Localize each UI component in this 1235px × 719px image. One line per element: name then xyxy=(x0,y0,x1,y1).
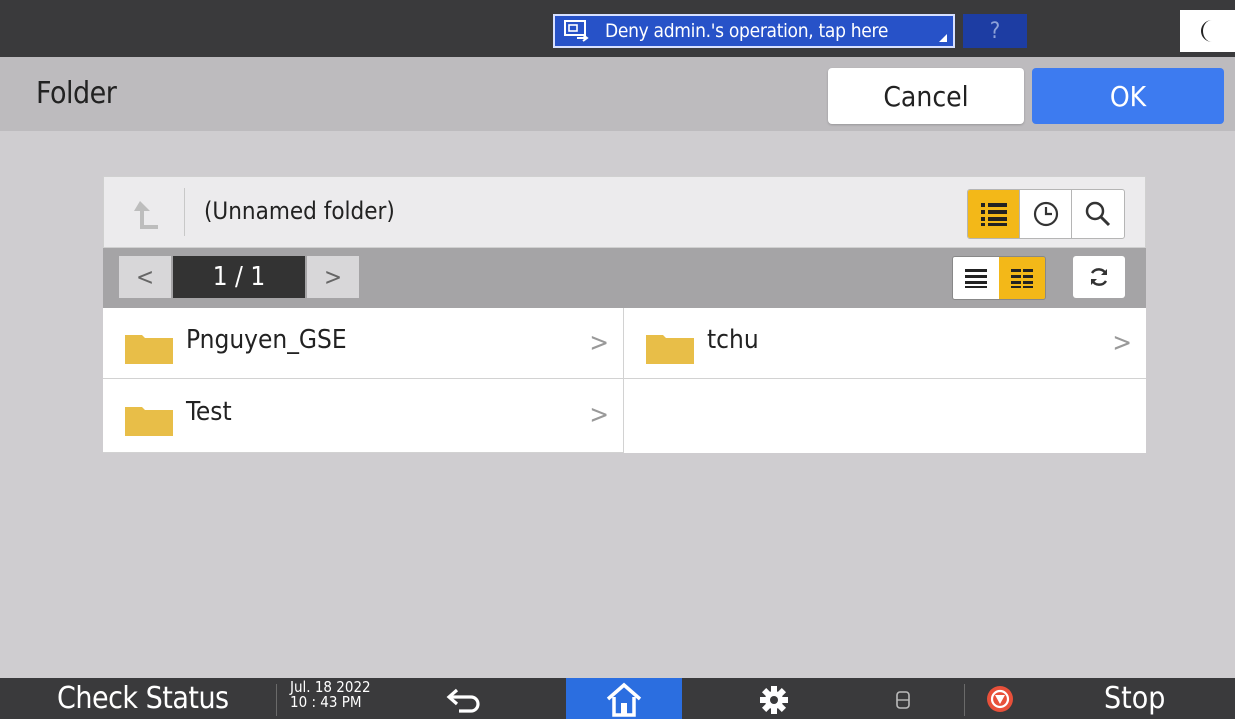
folder-item[interactable]: tchu > xyxy=(624,308,1146,379)
path-bar: (Unnamed folder) xyxy=(103,176,1146,248)
folder-name: tchu xyxy=(707,325,759,355)
stop-button[interactable]: Stop xyxy=(1104,681,1165,716)
remote-operation-banner[interactable]: Deny admin.'s operation, tap here xyxy=(553,14,955,48)
expand-corner-icon xyxy=(939,34,947,42)
folder-list: Pnguyen_GSE > tchu > Test > xyxy=(103,308,1146,453)
next-page-button[interactable]: > xyxy=(307,256,359,298)
up-folder-button[interactable] xyxy=(126,195,166,235)
single-column-view-button[interactable] xyxy=(953,257,999,299)
settings-button[interactable] xyxy=(752,684,796,716)
list-view-icon xyxy=(965,269,987,288)
clock-icon xyxy=(1033,201,1058,227)
search-mode-button[interactable] xyxy=(1072,190,1124,238)
help-button[interactable]: ? xyxy=(963,14,1027,48)
search-icon xyxy=(1085,201,1111,227)
back-arrow-icon xyxy=(446,688,480,713)
pagination-bar: < 1 / 1 > xyxy=(103,248,1146,308)
data-storage-icon xyxy=(890,687,916,713)
folder-item[interactable]: Test > xyxy=(103,380,623,453)
check-status-button[interactable]: Check Status xyxy=(57,681,229,716)
list-mode-button[interactable] xyxy=(968,190,1020,238)
chevron-right-icon: > xyxy=(1112,328,1132,358)
folder-icon xyxy=(125,407,173,436)
status-bar: Deny admin.'s operation, tap here ? xyxy=(0,0,1235,57)
detail-view-icon xyxy=(1011,269,1033,288)
folder-browser: (Unnamed folder) < 1 / 1 > Pnguyen_GSE >… xyxy=(103,176,1146,453)
folder-name: Test xyxy=(186,397,232,427)
prev-page-button[interactable]: < xyxy=(119,256,171,298)
remote-operation-text: Deny admin.'s operation, tap here xyxy=(605,20,889,42)
folder-name: Pnguyen_GSE xyxy=(186,325,347,355)
refresh-icon xyxy=(1090,268,1108,286)
cancel-button[interactable]: Cancel xyxy=(828,68,1024,124)
refresh-button[interactable] xyxy=(1073,256,1125,298)
moon-icon xyxy=(1200,20,1212,42)
chevron-right-icon: > xyxy=(589,328,609,358)
current-folder-name: (Unnamed folder) xyxy=(204,197,395,225)
page-indicator: 1 / 1 xyxy=(173,256,305,298)
bar-divider xyxy=(964,684,965,716)
ok-button[interactable]: OK xyxy=(1032,68,1224,124)
stop-icon[interactable] xyxy=(986,685,1014,713)
history-mode-button[interactable] xyxy=(1020,190,1072,238)
view-toggle-group xyxy=(952,256,1046,300)
home-icon xyxy=(606,682,642,717)
folder-icon xyxy=(125,335,173,364)
date-time: Jul. 18 2022 10 : 43 PM xyxy=(290,680,371,710)
back-button[interactable] xyxy=(440,684,490,716)
column-divider xyxy=(623,308,624,453)
home-button[interactable] xyxy=(566,678,682,719)
folder-item[interactable]: Pnguyen_GSE > xyxy=(103,308,623,379)
path-divider xyxy=(184,188,185,236)
list-icon xyxy=(980,203,1007,226)
system-bar: Check Status Jul. 18 2022 10 : 43 PM Sto… xyxy=(0,678,1235,719)
remote-screen-icon xyxy=(561,18,593,44)
folder-icon xyxy=(646,335,694,364)
browse-mode-group xyxy=(967,189,1125,239)
page-title: Folder xyxy=(36,76,117,111)
night-mode-button[interactable] xyxy=(1180,10,1235,52)
time-text: 10 : 43 PM xyxy=(290,693,362,711)
bar-divider xyxy=(276,684,277,716)
up-arrow-icon xyxy=(134,201,158,229)
two-column-view-button[interactable] xyxy=(999,257,1045,299)
chevron-right-icon: > xyxy=(589,400,609,430)
gear-icon xyxy=(760,686,788,714)
